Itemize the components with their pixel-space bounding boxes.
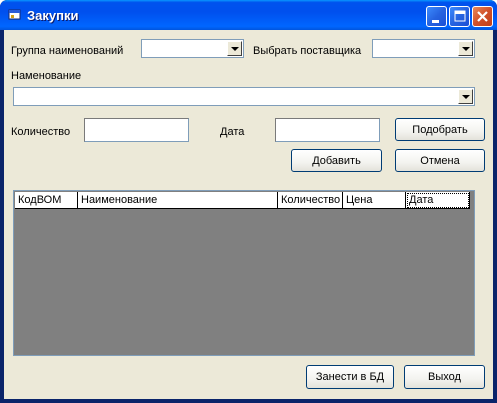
cancel-button[interactable]: Отмена <box>395 149 485 172</box>
minimize-button[interactable] <box>426 6 447 27</box>
maximize-button[interactable] <box>449 6 470 27</box>
column-header-kodbom[interactable]: КодВОМ <box>15 192 78 209</box>
column-header-name[interactable]: Наименование <box>78 192 278 209</box>
pick-button[interactable]: Подобрать <box>395 118 485 141</box>
exit-button[interactable]: Выход <box>404 365 485 389</box>
save-to-db-button[interactable]: Занести в БД <box>306 365 394 389</box>
close-button[interactable] <box>472 6 493 27</box>
name-label: Наменование <box>11 70 82 82</box>
app-icon <box>8 9 21 20</box>
maximize-icon <box>454 10 466 22</box>
group-label: Группа наименований <box>11 45 124 57</box>
column-header-date[interactable]: Дата <box>406 192 470 209</box>
minimize-icon <box>432 20 439 23</box>
close-icon <box>477 11 488 22</box>
date-label: Дата <box>220 126 245 138</box>
chevron-down-icon[interactable] <box>227 41 242 56</box>
quantity-field[interactable] <box>84 118 189 142</box>
add-button[interactable]: Добавить <box>291 149 382 172</box>
supplier-select[interactable] <box>372 39 475 58</box>
title-bar[interactable]: Закупки <box>0 0 497 30</box>
name-select[interactable] <box>13 87 475 106</box>
chevron-down-icon[interactable] <box>458 41 473 56</box>
purchases-window: Закупки Группа наименований Выбрать пост… <box>0 0 497 403</box>
grid-header: КодВОМ Наименование Количество Цена Дата <box>15 192 470 209</box>
form-client-area: Группа наименований Выбрать поставщика Н… <box>4 30 493 399</box>
date-field[interactable] <box>275 118 380 142</box>
column-header-price[interactable]: Цена <box>343 192 406 209</box>
column-header-quantity[interactable]: Количество <box>278 192 343 209</box>
quantity-label: Количество <box>11 126 71 138</box>
group-select[interactable] <box>141 39 244 58</box>
chevron-down-icon[interactable] <box>458 89 473 104</box>
window-title: Закупки <box>27 8 79 23</box>
purchases-grid[interactable]: КодВОМ Наименование Количество Цена Дата <box>13 190 475 356</box>
supplier-label: Выбрать поставщика <box>253 45 362 57</box>
